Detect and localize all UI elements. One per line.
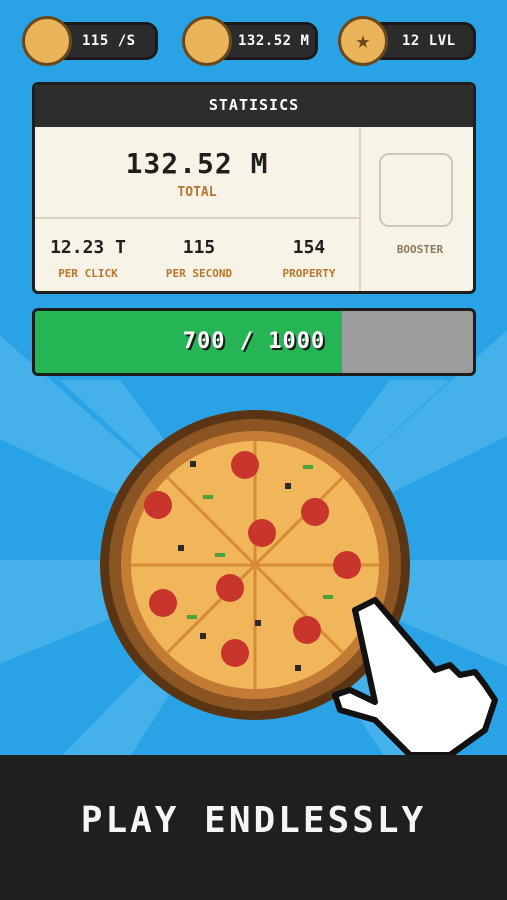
progress-text: 700 / 1000 [182,329,326,354]
statistics-title: STATISICS [35,85,473,127]
total-label: TOTAL [177,185,217,200]
divider [359,127,361,291]
booster-slot[interactable] [379,153,453,227]
per-second-value: 115 [182,237,216,258]
progress-bar: 700 / 1000 [32,308,476,376]
property-label: PROPERTY [282,267,336,280]
rate-text: 115 /S [82,33,136,49]
level-text: 12 LVL [402,33,456,49]
star-coin-icon: ★ [338,16,388,66]
property-value: 154 [292,237,326,258]
pizza-coin-icon [182,16,232,66]
per-click-value: 12.23 T [50,237,126,258]
per-click-label: PER CLICK [58,267,118,280]
divider [35,217,359,219]
per-second-label: PER SECOND [165,267,233,280]
banner-text: PLAY ENDLESSLY [80,800,427,841]
total-text: 132.52 M [238,33,310,49]
statistics-panel: STATISICS 132.52 M TOTAL 12.23 T PER CLI… [32,82,476,294]
total-value: 132.52 M [125,147,269,180]
pizza-coin-icon [22,16,72,66]
pointer-hand-icon [332,597,498,758]
booster-label: BOOSTER [396,243,444,256]
